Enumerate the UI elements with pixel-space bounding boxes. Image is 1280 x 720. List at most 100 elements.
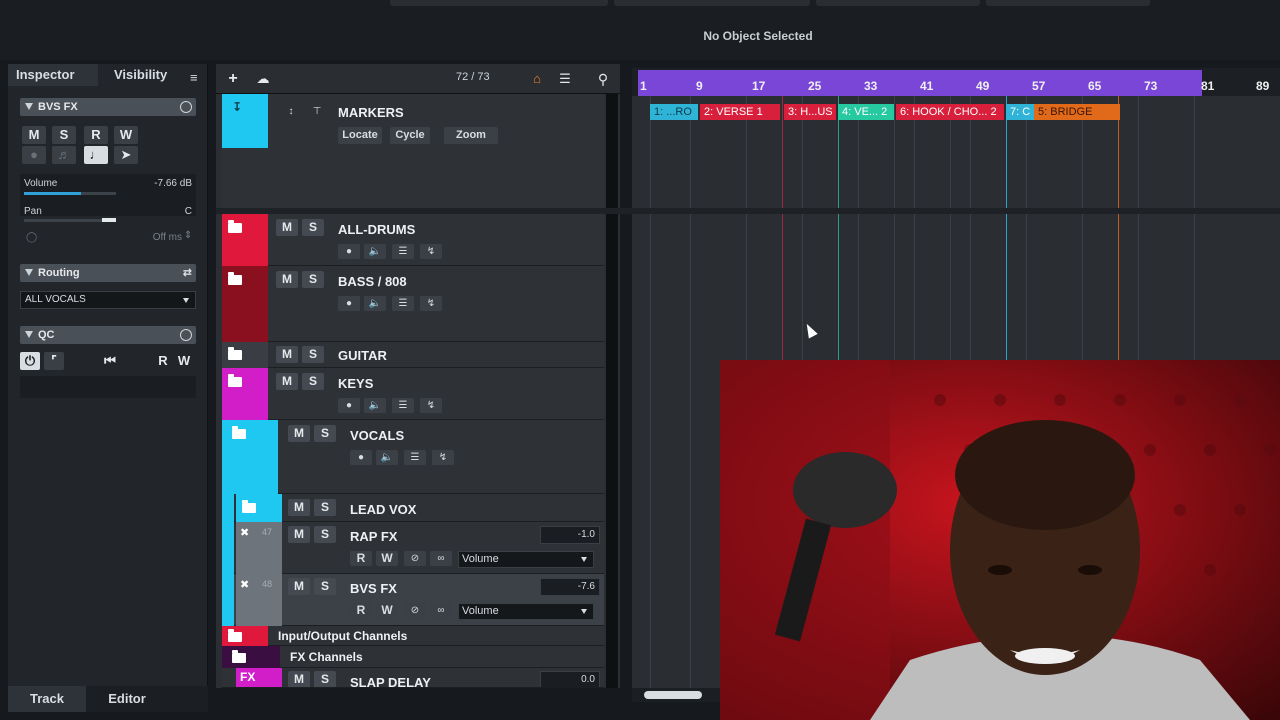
track-row[interactable]: M S GUITAR bbox=[222, 342, 604, 368]
automation-param-select[interactable]: Volume bbox=[458, 551, 594, 568]
write-button[interactable]: W bbox=[376, 551, 398, 566]
solo-button[interactable]: S bbox=[302, 271, 324, 288]
solo-button[interactable]: S bbox=[314, 671, 336, 687]
solo-button[interactable]: S bbox=[314, 578, 336, 595]
timebase-icon[interactable]: ♩ bbox=[84, 146, 108, 164]
automation-param-select[interactable]: Volume bbox=[458, 603, 594, 620]
track-name[interactable]: KEYS bbox=[338, 376, 373, 391]
marker-event[interactable]: 4: VE... 2 bbox=[838, 104, 894, 120]
solo-button[interactable]: S bbox=[302, 219, 324, 236]
lanes-icon[interactable]: ☰ bbox=[404, 450, 426, 465]
settings-icon[interactable] bbox=[180, 329, 192, 341]
monitor-icon[interactable]: 🔈 bbox=[364, 244, 386, 259]
mute-button[interactable]: M bbox=[276, 219, 298, 236]
mute-button[interactable]: M bbox=[288, 499, 310, 516]
monitor-icon[interactable]: 🔈 bbox=[364, 296, 386, 311]
list-icon[interactable]: ☰ bbox=[554, 70, 576, 88]
read-button[interactable]: R bbox=[84, 126, 108, 144]
track-name[interactable]: Input/Output Channels bbox=[278, 629, 407, 643]
volume-value[interactable]: -7.6 bbox=[540, 578, 600, 596]
link-icon[interactable]: ∞ bbox=[430, 603, 452, 618]
tab-inspector[interactable]: Inspector bbox=[8, 64, 98, 86]
inspector-track-section[interactable]: BVS FX bbox=[20, 98, 196, 116]
track-name[interactable]: VOCALS bbox=[350, 428, 404, 443]
marker-track[interactable]: ↧ ↕ ⊤ MARKERS Locate Cycle Zoom bbox=[222, 94, 604, 208]
solo-button[interactable]: S bbox=[314, 526, 336, 543]
track-name[interactable]: BVS FX bbox=[350, 581, 397, 596]
volume-value[interactable]: 0.0 bbox=[540, 671, 600, 687]
qc-write-button[interactable]: W bbox=[174, 352, 194, 370]
chain-icon[interactable]: ↯ bbox=[432, 450, 454, 465]
cycle-button[interactable]: Cycle bbox=[390, 127, 430, 144]
record-enable-icon[interactable]: ● bbox=[338, 296, 360, 311]
bypass-icon[interactable] bbox=[180, 101, 192, 113]
read-button[interactable]: R bbox=[350, 603, 372, 618]
lanes-icon[interactable]: ☰ bbox=[392, 398, 414, 413]
monitor-icon[interactable]: 🔈 bbox=[376, 450, 398, 465]
track-row[interactable]: M S KEYS ● 🔈 ☰ ↯ bbox=[222, 368, 604, 420]
track-name[interactable]: LEAD VOX bbox=[350, 502, 416, 517]
track-name[interactable]: RAP FX bbox=[350, 529, 397, 544]
routing-icon[interactable]: ⇄ bbox=[183, 264, 192, 282]
delay-value[interactable]: Off ms bbox=[118, 232, 182, 243]
pan-slider[interactable] bbox=[24, 218, 116, 222]
mute-button[interactable]: M bbox=[288, 425, 310, 442]
mute-button[interactable]: M bbox=[22, 126, 46, 144]
record-enable-icon[interactable]: ● bbox=[22, 146, 46, 164]
latch-icon[interactable]: ⌜ bbox=[44, 352, 64, 370]
lanes-icon[interactable]: ☰ bbox=[392, 244, 414, 259]
track-name[interactable]: GUITAR bbox=[338, 348, 387, 363]
output-routing-select[interactable]: ALL VOCALS bbox=[20, 291, 196, 309]
power-icon[interactable]: ⏻ bbox=[20, 352, 40, 370]
qc-section[interactable]: QC bbox=[20, 326, 196, 344]
locate-button[interactable]: Locate bbox=[338, 127, 382, 144]
marker-add-icon[interactable]: ⊤ bbox=[306, 104, 328, 119]
routing-section[interactable]: Routing ⇄ bbox=[20, 264, 196, 282]
solo-button[interactable]: S bbox=[302, 346, 324, 363]
mute-button[interactable]: M bbox=[276, 373, 298, 390]
home-icon[interactable]: ⌂ bbox=[526, 70, 548, 88]
solo-button[interactable]: S bbox=[302, 373, 324, 390]
track-row[interactable]: ✖ 47 M S RAP FX -1.0 R W ⊘ ∞ Volume bbox=[222, 522, 604, 574]
pan-handle[interactable] bbox=[102, 218, 116, 222]
mute-button[interactable]: M bbox=[288, 578, 310, 595]
solo-button[interactable]: S bbox=[314, 499, 336, 516]
marker-event[interactable]: 6: HOOK / CHO... 2 bbox=[896, 104, 1004, 120]
mute-button[interactable]: M bbox=[288, 671, 310, 687]
record-enable-icon[interactable]: ● bbox=[338, 244, 360, 259]
marker-event[interactable]: 7: C bbox=[1006, 104, 1034, 120]
track-list-scrollbar[interactable] bbox=[606, 94, 618, 688]
chain-icon[interactable]: ↯ bbox=[420, 398, 442, 413]
zoom-button[interactable]: Zoom bbox=[444, 127, 498, 144]
delay-stepper[interactable]: ⇕ bbox=[184, 230, 192, 241]
marker-filter-icon[interactable]: ↕ bbox=[280, 104, 302, 119]
lanes-icon[interactable]: ☰ bbox=[392, 296, 414, 311]
scroll-thumb[interactable] bbox=[644, 691, 702, 699]
search-icon[interactable]: ⚲ bbox=[592, 70, 614, 88]
chain-icon[interactable]: ↯ bbox=[420, 296, 442, 311]
menu-icon[interactable]: ≡ bbox=[190, 70, 198, 85]
monitor-icon[interactable]: ♬ bbox=[52, 146, 76, 164]
track-row-selected[interactable]: ✖ 48 M S BVS FX -7.6 R W ⊘ ∞ Volume bbox=[222, 574, 604, 626]
track-name[interactable]: SLAP DELAY bbox=[350, 675, 431, 687]
horizontal-scrollbar[interactable] bbox=[632, 688, 722, 702]
qc-read-button[interactable]: R bbox=[154, 352, 172, 370]
marker-event[interactable]: 2: VERSE 1 bbox=[700, 104, 780, 120]
qc-slot[interactable] bbox=[20, 376, 196, 398]
solo-button[interactable]: S bbox=[52, 126, 76, 144]
marker-event[interactable]: 5: BRIDGE bbox=[1034, 104, 1120, 120]
mute-button[interactable]: M bbox=[276, 271, 298, 288]
solo-button[interactable]: S bbox=[314, 425, 336, 442]
track-row[interactable]: M S LEAD VOX bbox=[222, 494, 604, 522]
track-name[interactable]: ALL-DRUMS bbox=[338, 222, 415, 237]
track-row[interactable]: FX M S SLAP DELAY 0.0 bbox=[222, 668, 604, 688]
track-row[interactable]: M S BASS / 808 ● 🔈 ☰ ↯ bbox=[222, 266, 604, 342]
add-track-button[interactable]: + bbox=[224, 70, 242, 88]
track-name[interactable]: BASS / 808 bbox=[338, 274, 407, 289]
bypass-icon[interactable]: ⊘ bbox=[404, 603, 426, 618]
cloud-icon[interactable]: ☁ bbox=[252, 70, 274, 88]
track-name[interactable]: FX Channels bbox=[290, 650, 363, 664]
read-button[interactable]: R bbox=[350, 551, 372, 566]
bypass-icon[interactable]: ⊘ bbox=[404, 551, 426, 566]
record-enable-icon[interactable]: ● bbox=[350, 450, 372, 465]
